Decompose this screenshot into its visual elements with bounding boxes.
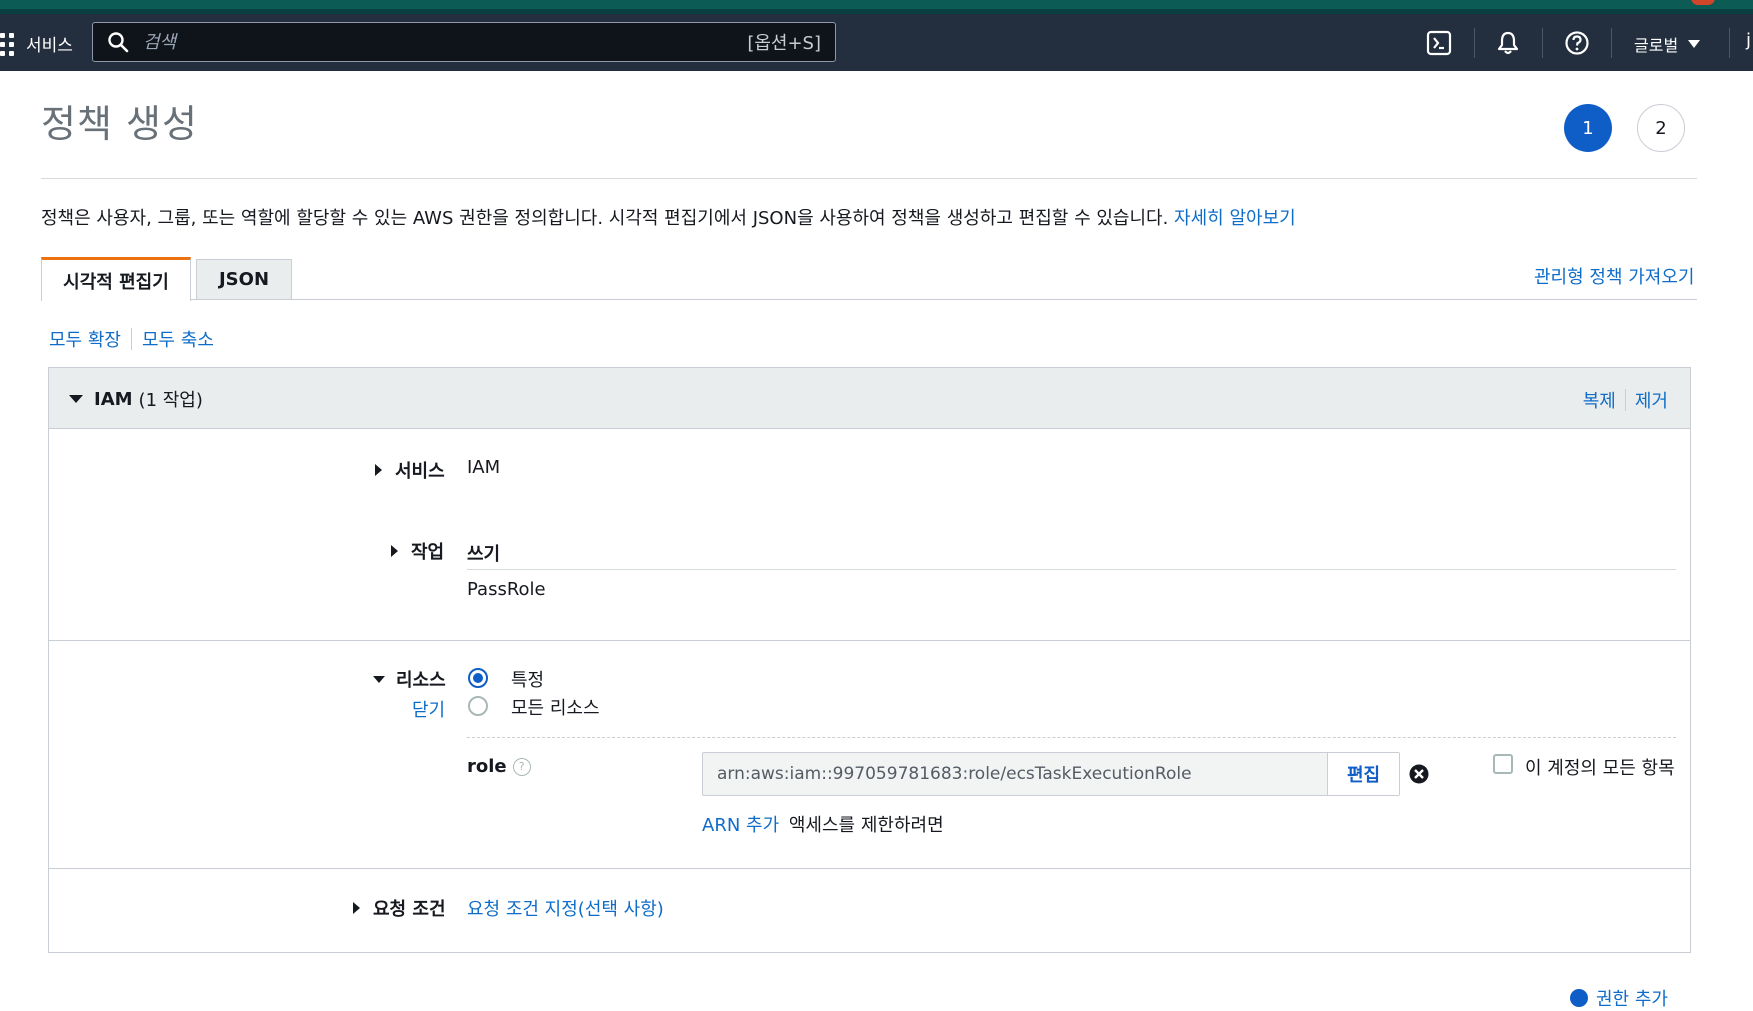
notification-dot [1691, 0, 1715, 5]
radio-specific-label: 특정 [511, 670, 545, 691]
specify-conditions-link[interactable]: 요청 조건 지정(선택 사항) [467, 895, 664, 921]
add-arn-link[interactable]: ARN 추가 [702, 815, 779, 836]
page-description: 정책은 사용자, 그룹, 또는 역할에 할당할 수 있는 AWS 권한을 정의합… [41, 204, 1296, 230]
search-icon [107, 31, 129, 53]
services-label: 서비스 [26, 35, 73, 56]
step-indicator-1: 1 [1564, 104, 1612, 152]
service-row-toggle[interactable]: 서비스 [375, 457, 445, 483]
edit-arn-button[interactable]: 편집 [1327, 753, 1399, 795]
permission-panel-iam: IAM (1 작업) 복제 제거 서비스 IAM 작업 쓰기 PassRole … [48, 367, 1691, 953]
step-indicator-2: 2 [1637, 104, 1685, 152]
page-title: 정책 생성 [41, 102, 198, 146]
remove-button[interactable]: 제거 [1635, 387, 1668, 413]
panel-service-name: IAM [94, 388, 133, 410]
user-menu[interactable]: j [1746, 30, 1751, 51]
actions-row-toggle[interactable]: 작업 [391, 538, 444, 564]
separator [130, 328, 132, 350]
service-label: 서비스 [395, 461, 445, 482]
action-value: PassRole [467, 579, 546, 600]
remove-arn-icon[interactable] [1408, 763, 1430, 785]
any-in-account-checkbox[interactable] [1493, 754, 1513, 774]
radio-all-resources[interactable] [468, 696, 488, 716]
arn-value: arn:aws:iam::997059781683:role/ecsTaskEx… [717, 764, 1192, 784]
search-input[interactable] [141, 30, 748, 54]
close-resources-link[interactable]: 닫기 [412, 696, 445, 722]
header-divider [41, 178, 1697, 179]
expand-all-link[interactable]: 모두 확장 [49, 326, 121, 352]
access-level-label: 쓰기 [467, 544, 501, 565]
caret-down-icon [69, 395, 83, 403]
resources-label: 리소스 [396, 670, 446, 691]
cloudshell-icon[interactable] [1425, 29, 1453, 57]
nav-separator [1542, 28, 1543, 58]
nav-separator [1474, 28, 1475, 58]
caret-right-icon [353, 902, 360, 914]
role-label-group: role ? [467, 756, 531, 777]
caret-down-icon [1688, 40, 1701, 48]
learn-more-link[interactable]: 자세히 알아보기 [1174, 208, 1296, 229]
add-permissions-link[interactable]: 권한 추가 [1570, 985, 1668, 1011]
nav-separator [1611, 28, 1612, 58]
top-strip [0, 0, 1753, 14]
collapse-all-link[interactable]: 모두 축소 [142, 326, 214, 352]
region-label: 글로벌 [1634, 36, 1679, 55]
add-permissions-label: 권한 추가 [1596, 989, 1668, 1010]
section-divider [49, 868, 1690, 869]
section-divider [49, 640, 1690, 641]
search-box[interactable]: [옵션+S] [92, 22, 836, 62]
panel-action-count: (1 작업) [138, 390, 203, 411]
conditions-row-toggle[interactable]: 요청 조건 [353, 895, 446, 921]
arn-field: arn:aws:iam::997059781683:role/ecsTaskEx… [702, 752, 1400, 796]
panel-header: IAM (1 작업) 복제 제거 [49, 368, 1690, 429]
region-selector[interactable]: 글로벌 [1634, 32, 1701, 56]
panel-toggle[interactable]: IAM (1 작업) [69, 386, 203, 412]
conditions-label: 요청 조건 [373, 899, 446, 920]
help-icon[interactable]: ? [512, 757, 531, 776]
caret-down-icon [373, 675, 385, 683]
expand-collapse-controls: 모두 확장 모두 축소 [49, 326, 214, 352]
separator [1624, 389, 1626, 411]
plus-circle-icon [1570, 989, 1588, 1007]
tab-json[interactable]: JSON [196, 259, 292, 299]
radio-specific[interactable] [468, 668, 488, 688]
radio-all-resources-label: 모든 리소스 [511, 698, 600, 719]
caret-right-icon [391, 545, 398, 557]
grid-menu-icon [0, 33, 14, 56]
actions-label: 작업 [411, 542, 445, 563]
caret-right-icon [375, 464, 382, 476]
console-nav-bar: 서비스 [옵션+S] 글로벌 j [0, 14, 1753, 71]
role-label: role [467, 756, 507, 777]
any-in-account-label: 이 계정의 모든 항목 [1525, 758, 1675, 779]
duplicate-button[interactable]: 복제 [1583, 387, 1616, 413]
tabs-underline [41, 299, 1697, 300]
access-level-underline [467, 569, 1676, 570]
resources-row-toggle[interactable]: 리소스 [373, 666, 446, 692]
service-value: IAM [467, 457, 501, 478]
description-text: 정책은 사용자, 그룹, 또는 역할에 할당할 수 있는 AWS 권한을 정의합… [41, 208, 1169, 229]
import-managed-policy-link[interactable]: 관리형 정책 가져오기 [1534, 263, 1694, 289]
tab-visual-editor[interactable]: 시각적 편집기 [41, 257, 191, 301]
add-arn-suffix: 액세스를 제한하려면 [788, 815, 944, 836]
services-menu-button[interactable]: 서비스 [0, 31, 73, 56]
search-shortcut-hint: [옵션+S] [747, 33, 821, 54]
add-arn-row: ARN 추가 액세스를 제한하려면 [702, 811, 944, 837]
help-circle-icon[interactable] [1563, 29, 1591, 57]
panel-actions: 복제 제거 [1583, 387, 1668, 413]
resource-divider [467, 737, 1676, 738]
nav-separator [1729, 28, 1730, 58]
bell-icon[interactable] [1494, 29, 1522, 57]
